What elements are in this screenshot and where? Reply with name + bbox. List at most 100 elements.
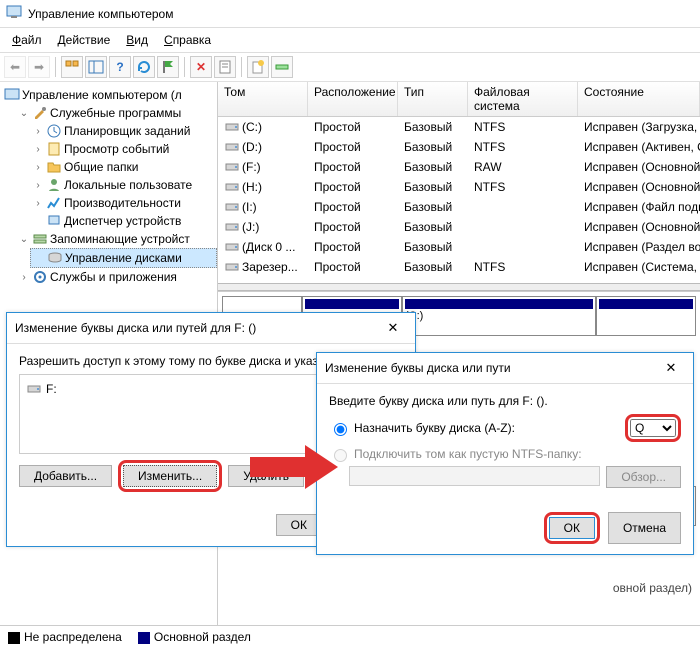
highlight-letter-select: Q <box>625 414 681 442</box>
panel-icon[interactable] <box>85 56 107 78</box>
table-row[interactable]: Зарезер...ПростойБазовыйNTFSИсправен (Си… <box>218 257 700 277</box>
volume-icon <box>224 119 240 135</box>
tree-performance[interactable]: ›Производительности <box>30 194 217 212</box>
close-icon[interactable]: ✕ <box>379 318 407 338</box>
tree-root[interactable]: Управление компьютером (л <box>2 86 217 104</box>
highlight-change: Изменить... <box>118 460 222 492</box>
folder-icon <box>46 159 62 175</box>
toggle-icon[interactable] <box>271 56 293 78</box>
tree-storage[interactable]: ⌄Запоминающие устройст <box>16 230 217 248</box>
tree-shared-folders[interactable]: ›Общие папки <box>30 158 217 176</box>
table-row[interactable]: (D:)ПростойБазовыйNTFSИсправен (Активен,… <box>218 137 700 157</box>
legend-primary: Основной раздел <box>138 630 251 644</box>
dialog-assign-drive-letter: Изменение буквы диска или пути ✕ Введите… <box>316 352 694 555</box>
table-row[interactable]: (Диск 0 ...ПростойБазовыйИсправен (Разде… <box>218 237 700 257</box>
volume-icon <box>224 239 240 255</box>
radio-mount-label: Подключить том как пустую NTFS-папку: <box>354 447 582 461</box>
legend: Не распределена Основной раздел <box>0 625 700 648</box>
tree-event-viewer[interactable]: ›Просмотр событий <box>30 140 217 158</box>
tree-system-tools[interactable]: ⌄ Служебные программы <box>16 104 217 122</box>
legend-unallocated: Не распределена <box>8 630 122 644</box>
user-icon <box>46 177 62 193</box>
expand-icon[interactable]: › <box>18 272 30 283</box>
delete-icon[interactable]: ✕ <box>190 56 212 78</box>
dialog-intro: Введите букву диска или путь для F: (). <box>329 394 681 408</box>
menu-view[interactable]: Вид <box>120 31 154 49</box>
disk-icon <box>47 250 63 266</box>
table-row[interactable]: (H:)ПростойБазовыйNTFSИсправен (Основной… <box>218 177 700 197</box>
services-icon <box>32 269 48 285</box>
back-icon: ⬅ <box>4 56 26 78</box>
properties-icon[interactable] <box>214 56 236 78</box>
event-icon <box>46 141 62 157</box>
col-tom[interactable]: Том <box>218 82 308 116</box>
volume-icon <box>224 199 240 215</box>
volume-list[interactable]: (C:)ПростойБазовыйNTFSИсправен (Загрузка… <box>218 117 700 277</box>
expand-icon[interactable]: › <box>32 198 44 209</box>
partition-cell[interactable]: (C:) <box>402 296 596 336</box>
menu-bar: Файл Действие Вид Справка <box>0 28 700 53</box>
mount-path-input <box>349 466 600 486</box>
perf-icon <box>46 195 62 211</box>
radio-assign-letter[interactable] <box>334 423 347 436</box>
volume-icon <box>224 139 240 155</box>
collapse-icon[interactable]: ⌄ <box>18 234 30 245</box>
menu-action[interactable]: Действие <box>52 31 117 49</box>
drive-icon <box>26 381 42 397</box>
remove-button[interactable]: Удалить <box>228 465 304 487</box>
col-type[interactable]: Тип <box>398 82 468 116</box>
help-icon[interactable]: ? <box>109 56 131 78</box>
toolbar: ⬅ ➡ ? ✕ <box>0 53 700 82</box>
highlight-ok: ОК <box>544 512 600 544</box>
col-filesystem[interactable]: Файловая система <box>468 82 578 116</box>
menu-file[interactable]: Файл <box>6 31 48 49</box>
volume-icon <box>224 159 240 175</box>
table-row[interactable]: (C:)ПростойБазовыйNTFSИсправен (Загрузка… <box>218 117 700 137</box>
radio-assign-label: Назначить букву диска (A-Z): <box>354 421 515 435</box>
refresh-icon[interactable] <box>133 56 155 78</box>
menu-help[interactable]: Справка <box>158 31 217 49</box>
drive-letter-select[interactable]: Q <box>630 419 676 437</box>
tree-services[interactable]: ›Службы и приложения <box>16 268 217 286</box>
device-icon <box>46 213 62 229</box>
title-bar: Управление компьютером <box>0 0 700 28</box>
expand-icon[interactable]: › <box>32 144 44 155</box>
clock-icon <box>46 123 62 139</box>
dialog-title-text: Изменение буквы диска или путей для F: (… <box>15 321 256 335</box>
col-location[interactable]: Расположение <box>308 82 398 116</box>
tree-scheduler[interactable]: ›Планировщик заданий <box>30 122 217 140</box>
storage-icon <box>32 231 48 247</box>
table-row[interactable]: (F:)ПростойБазовыйRAWИсправен (Основной … <box>218 157 700 177</box>
close-icon[interactable]: ✕ <box>657 358 685 378</box>
tree-local-users[interactable]: ›Локальные пользовате <box>30 176 217 194</box>
new-icon[interactable] <box>247 56 269 78</box>
volume-icon <box>224 259 240 275</box>
partition-cell[interactable] <box>596 296 696 336</box>
window-title: Управление компьютером <box>28 7 173 21</box>
change-button[interactable]: Изменить... <box>123 465 217 487</box>
forward-icon: ➡ <box>28 56 50 78</box>
table-row[interactable]: (J:)ПростойБазовыйИсправен (Основной раз <box>218 217 700 237</box>
expand-icon[interactable]: › <box>32 126 44 137</box>
partition-label-fragment: овной раздел) <box>613 581 692 595</box>
app-icon <box>6 4 22 23</box>
views-icon[interactable] <box>61 56 83 78</box>
volume-list-header: Том Расположение Тип Файловая система Со… <box>218 82 700 117</box>
add-button[interactable]: Добавить... <box>19 465 112 487</box>
computer-icon <box>4 87 20 103</box>
tree-device-manager[interactable]: ›Диспетчер устройств <box>30 212 217 230</box>
volume-icon <box>224 179 240 195</box>
dialog-title-text: Изменение буквы диска или пути <box>325 361 511 375</box>
expand-icon[interactable]: › <box>32 180 44 191</box>
table-row[interactable]: (I:)ПростойБазовыйИсправен (Файл подкачк <box>218 197 700 217</box>
ok-button[interactable]: ОК <box>549 517 595 539</box>
flag-icon[interactable] <box>157 56 179 78</box>
tree-disk-management[interactable]: ›Управление дисками <box>30 248 217 268</box>
collapse-icon[interactable]: ⌄ <box>18 108 30 119</box>
col-status[interactable]: Состояние <box>578 82 700 116</box>
split-handle[interactable] <box>218 283 700 291</box>
expand-icon[interactable]: › <box>32 162 44 173</box>
tools-icon <box>32 105 48 121</box>
ok-button[interactable]: ОК <box>276 514 322 536</box>
cancel-button[interactable]: Отмена <box>608 512 681 544</box>
